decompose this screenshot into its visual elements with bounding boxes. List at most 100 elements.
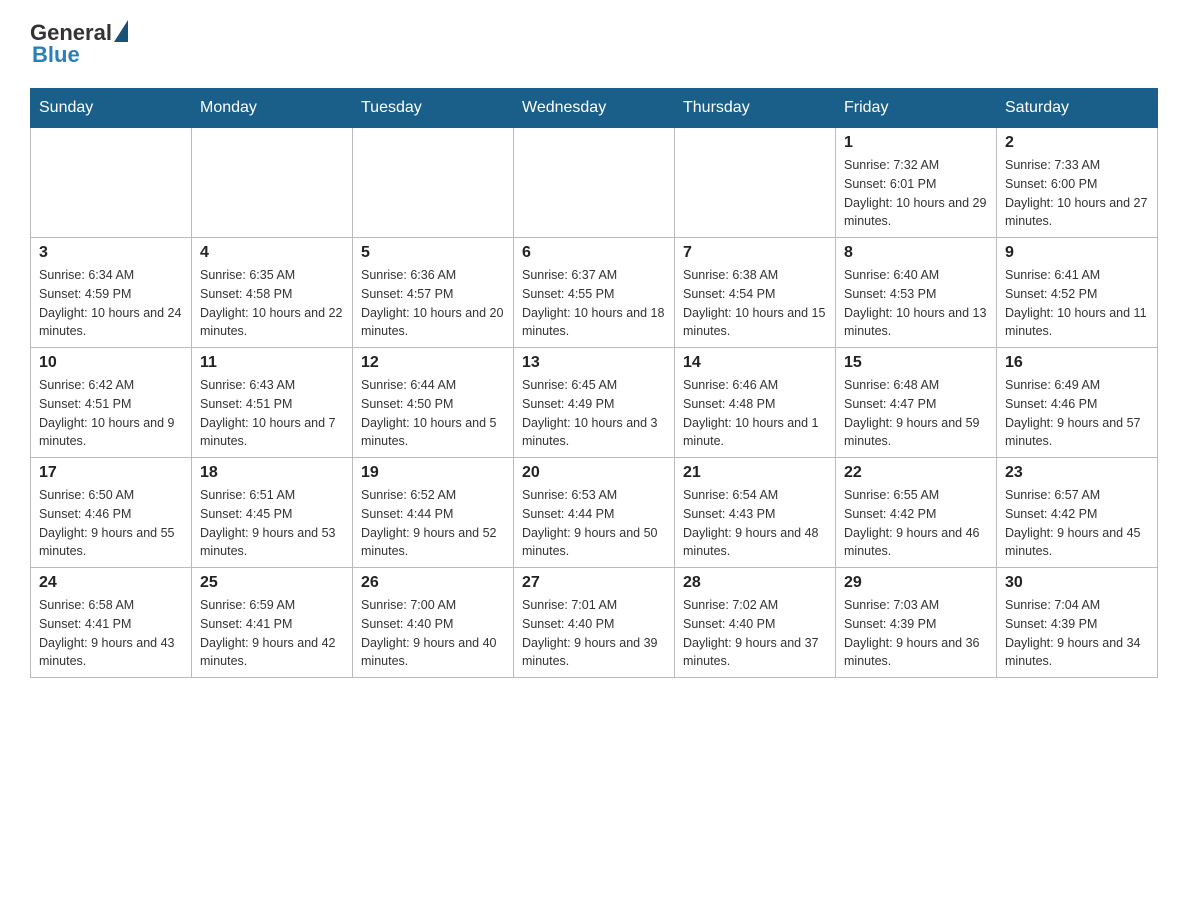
calendar-cell: 21 Sunrise: 6:54 AMSunset: 4:43 PMDayligh… bbox=[675, 458, 836, 568]
day-info: Sunrise: 6:40 AMSunset: 4:53 PMDaylight:… bbox=[844, 266, 988, 341]
calendar-cell: 6 Sunrise: 6:37 AMSunset: 4:55 PMDaylight… bbox=[514, 238, 675, 348]
day-info: Sunrise: 7:02 AMSunset: 4:40 PMDaylight:… bbox=[683, 596, 827, 671]
day-info: Sunrise: 7:33 AMSunset: 6:00 PMDaylight:… bbox=[1005, 156, 1149, 231]
day-number: 6 bbox=[522, 244, 666, 262]
day-number: 2 bbox=[1005, 134, 1149, 152]
calendar-cell: 8 Sunrise: 6:40 AMSunset: 4:53 PMDaylight… bbox=[836, 238, 997, 348]
calendar-cell: 9 Sunrise: 6:41 AMSunset: 4:52 PMDaylight… bbox=[997, 238, 1158, 348]
calendar-cell: 5 Sunrise: 6:36 AMSunset: 4:57 PMDaylight… bbox=[353, 238, 514, 348]
calendar-cell: 10 Sunrise: 6:42 AMSunset: 4:51 PMDayligh… bbox=[31, 348, 192, 458]
calendar-cell: 26 Sunrise: 7:00 AMSunset: 4:40 PMDayligh… bbox=[353, 568, 514, 678]
day-info: Sunrise: 6:44 AMSunset: 4:50 PMDaylight:… bbox=[361, 376, 505, 451]
day-info: Sunrise: 7:00 AMSunset: 4:40 PMDaylight:… bbox=[361, 596, 505, 671]
day-info: Sunrise: 6:45 AMSunset: 4:49 PMDaylight:… bbox=[522, 376, 666, 451]
day-info: Sunrise: 6:48 AMSunset: 4:47 PMDaylight:… bbox=[844, 376, 988, 451]
day-number: 19 bbox=[361, 464, 505, 482]
logo: General Blue bbox=[30, 20, 128, 68]
day-info: Sunrise: 6:43 AMSunset: 4:51 PMDaylight:… bbox=[200, 376, 344, 451]
day-number: 7 bbox=[683, 244, 827, 262]
day-number: 13 bbox=[522, 354, 666, 372]
calendar-row-1: 3Sunrise: 6:34 AMSunset: 4:59 PMDaylight… bbox=[31, 238, 1158, 348]
logo-triangle-icon bbox=[114, 20, 128, 42]
day-number: 23 bbox=[1005, 464, 1149, 482]
calendar-cell: 28 Sunrise: 7:02 AMSunset: 4:40 PMDayligh… bbox=[675, 568, 836, 678]
calendar-cell: 19 Sunrise: 6:52 AMSunset: 4:44 PMDayligh… bbox=[353, 458, 514, 568]
day-number: 4 bbox=[200, 244, 344, 262]
calendar-cell: 23Sunrise: 6:57 AMSunset: 4:42 PMDayligh… bbox=[997, 458, 1158, 568]
day-info: Sunrise: 7:01 AMSunset: 4:40 PMDaylight:… bbox=[522, 596, 666, 671]
day-number: 27 bbox=[522, 574, 666, 592]
day-info: Sunrise: 6:50 AMSunset: 4:46 PMDaylight:… bbox=[39, 486, 183, 561]
calendar-cell: 25 Sunrise: 6:59 AMSunset: 4:41 PMDayligh… bbox=[192, 568, 353, 678]
day-number: 28 bbox=[683, 574, 827, 592]
day-number: 5 bbox=[361, 244, 505, 262]
day-info: Sunrise: 6:42 AMSunset: 4:51 PMDaylight:… bbox=[39, 376, 183, 451]
day-info: Sunrise: 6:49 AMSunset: 4:46 PMDaylight:… bbox=[1005, 376, 1149, 451]
day-number: 25 bbox=[200, 574, 344, 592]
day-number: 20 bbox=[522, 464, 666, 482]
weekday-header-row: SundayMondayTuesdayWednesdayThursdayFrid… bbox=[31, 89, 1158, 128]
day-info: Sunrise: 6:55 AMSunset: 4:42 PMDaylight:… bbox=[844, 486, 988, 561]
day-number: 21 bbox=[683, 464, 827, 482]
day-number: 12 bbox=[361, 354, 505, 372]
day-info: Sunrise: 6:51 AMSunset: 4:45 PMDaylight:… bbox=[200, 486, 344, 561]
calendar-row-4: 24 Sunrise: 6:58 AMSunset: 4:41 PMDayligh… bbox=[31, 568, 1158, 678]
day-info: Sunrise: 6:46 AMSunset: 4:48 PMDaylight:… bbox=[683, 376, 827, 451]
calendar-cell bbox=[675, 128, 836, 238]
calendar-cell: 12 Sunrise: 6:44 AMSunset: 4:50 PMDayligh… bbox=[353, 348, 514, 458]
day-number: 1 bbox=[844, 134, 988, 152]
calendar-cell: 7Sunrise: 6:38 AMSunset: 4:54 PMDaylight… bbox=[675, 238, 836, 348]
weekday-header-thursday: Thursday bbox=[675, 89, 836, 128]
day-info: Sunrise: 6:35 AMSunset: 4:58 PMDaylight:… bbox=[200, 266, 344, 341]
day-info: Sunrise: 6:59 AMSunset: 4:41 PMDaylight:… bbox=[200, 596, 344, 671]
day-number: 9 bbox=[1005, 244, 1149, 262]
calendar-cell: 22 Sunrise: 6:55 AMSunset: 4:42 PMDayligh… bbox=[836, 458, 997, 568]
calendar-cell: 27 Sunrise: 7:01 AMSunset: 4:40 PMDayligh… bbox=[514, 568, 675, 678]
calendar-cell: 18 Sunrise: 6:51 AMSunset: 4:45 PMDayligh… bbox=[192, 458, 353, 568]
day-number: 3 bbox=[39, 244, 183, 262]
day-number: 18 bbox=[200, 464, 344, 482]
day-number: 11 bbox=[200, 354, 344, 372]
day-info: Sunrise: 6:37 AMSunset: 4:55 PMDaylight:… bbox=[522, 266, 666, 341]
calendar-cell bbox=[31, 128, 192, 238]
day-info: Sunrise: 7:03 AMSunset: 4:39 PMDaylight:… bbox=[844, 596, 988, 671]
weekday-header-sunday: Sunday bbox=[31, 89, 192, 128]
day-number: 8 bbox=[844, 244, 988, 262]
calendar-cell: 11 Sunrise: 6:43 AMSunset: 4:51 PMDayligh… bbox=[192, 348, 353, 458]
calendar-cell: 17Sunrise: 6:50 AMSunset: 4:46 PMDayligh… bbox=[31, 458, 192, 568]
day-number: 15 bbox=[844, 354, 988, 372]
day-number: 10 bbox=[39, 354, 183, 372]
day-info: Sunrise: 6:36 AMSunset: 4:57 PMDaylight:… bbox=[361, 266, 505, 341]
calendar-cell: 16 Sunrise: 6:49 AMSunset: 4:46 PMDayligh… bbox=[997, 348, 1158, 458]
day-info: Sunrise: 6:54 AMSunset: 4:43 PMDaylight:… bbox=[683, 486, 827, 561]
day-number: 26 bbox=[361, 574, 505, 592]
day-info: Sunrise: 6:58 AMSunset: 4:41 PMDaylight:… bbox=[39, 596, 183, 671]
day-info: Sunrise: 6:41 AMSunset: 4:52 PMDaylight:… bbox=[1005, 266, 1149, 341]
day-number: 24 bbox=[39, 574, 183, 592]
calendar-cell: 3Sunrise: 6:34 AMSunset: 4:59 PMDaylight… bbox=[31, 238, 192, 348]
weekday-header-monday: Monday bbox=[192, 89, 353, 128]
day-number: 16 bbox=[1005, 354, 1149, 372]
calendar-cell bbox=[514, 128, 675, 238]
calendar-cell: 15 Sunrise: 6:48 AMSunset: 4:47 PMDayligh… bbox=[836, 348, 997, 458]
calendar-cell: 2 Sunrise: 7:33 AMSunset: 6:00 PMDaylight… bbox=[997, 128, 1158, 238]
calendar-table: SundayMondayTuesdayWednesdayThursdayFrid… bbox=[30, 88, 1158, 678]
day-number: 30 bbox=[1005, 574, 1149, 592]
day-number: 29 bbox=[844, 574, 988, 592]
day-info: Sunrise: 7:04 AMSunset: 4:39 PMDaylight:… bbox=[1005, 596, 1149, 671]
calendar-cell: 1 Sunrise: 7:32 AMSunset: 6:01 PMDaylight… bbox=[836, 128, 997, 238]
day-info: Sunrise: 6:52 AMSunset: 4:44 PMDaylight:… bbox=[361, 486, 505, 561]
calendar-cell bbox=[192, 128, 353, 238]
day-number: 22 bbox=[844, 464, 988, 482]
calendar-cell: 13 Sunrise: 6:45 AMSunset: 4:49 PMDayligh… bbox=[514, 348, 675, 458]
calendar-cell: 14Sunrise: 6:46 AMSunset: 4:48 PMDayligh… bbox=[675, 348, 836, 458]
calendar-row-0: 1 Sunrise: 7:32 AMSunset: 6:01 PMDaylight… bbox=[31, 128, 1158, 238]
weekday-header-friday: Friday bbox=[836, 89, 997, 128]
calendar-cell: 30 Sunrise: 7:04 AMSunset: 4:39 PMDayligh… bbox=[997, 568, 1158, 678]
day-info: Sunrise: 7:32 AMSunset: 6:01 PMDaylight:… bbox=[844, 156, 988, 231]
weekday-header-tuesday: Tuesday bbox=[353, 89, 514, 128]
calendar-cell: 4 Sunrise: 6:35 AMSunset: 4:58 PMDaylight… bbox=[192, 238, 353, 348]
calendar-row-3: 17Sunrise: 6:50 AMSunset: 4:46 PMDayligh… bbox=[31, 458, 1158, 568]
calendar-cell: 24 Sunrise: 6:58 AMSunset: 4:41 PMDayligh… bbox=[31, 568, 192, 678]
calendar-cell: 29 Sunrise: 7:03 AMSunset: 4:39 PMDayligh… bbox=[836, 568, 997, 678]
